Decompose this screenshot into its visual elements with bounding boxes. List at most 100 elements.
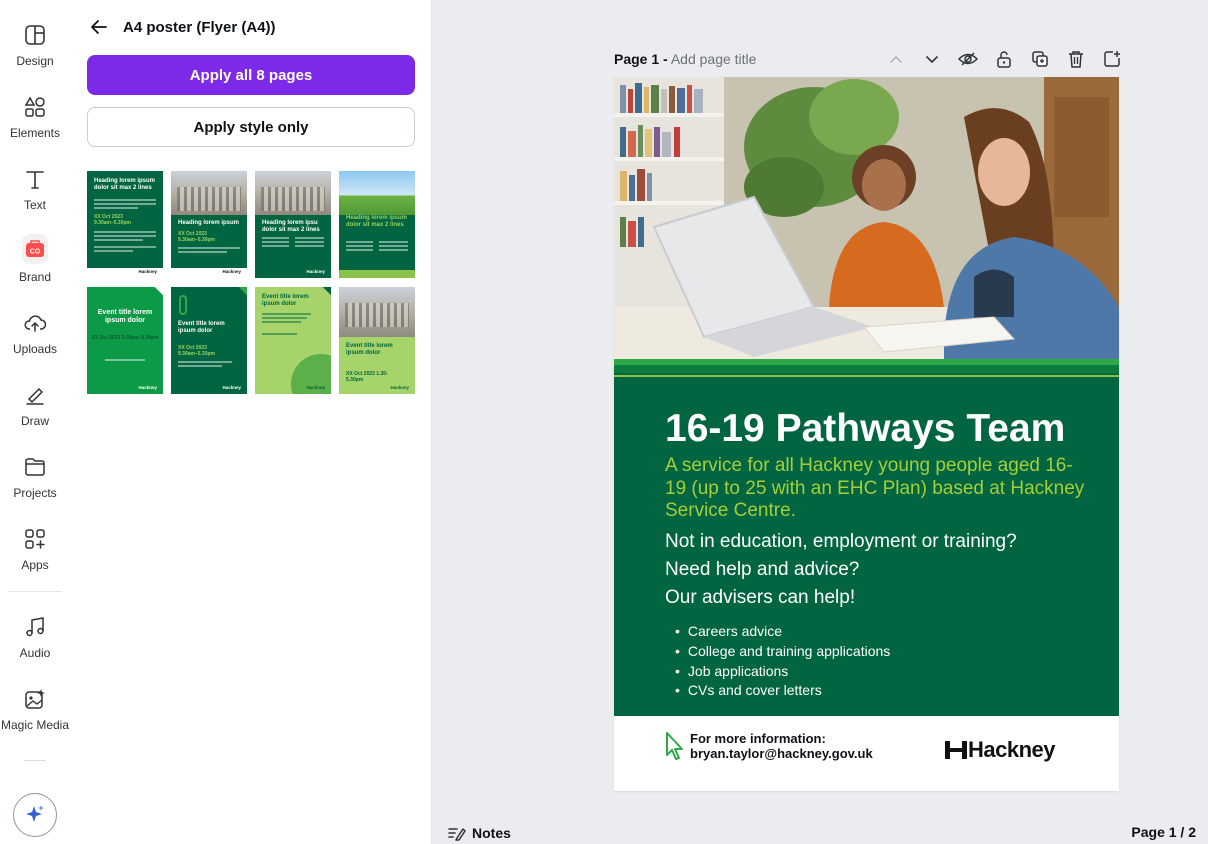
- template-thumbnail[interactable]: Event title lorem ipsum dolor Hackney: [255, 287, 331, 394]
- rail-item-elements[interactable]: Elements: [0, 84, 70, 148]
- thumb-heading: Heading lorem ipsu dolor sit max 2 lines: [262, 220, 320, 233]
- poster-page[interactable]: 16-19 Pathways Team A service for all Ha…: [614, 77, 1119, 791]
- rail-item-audio[interactable]: Audio: [0, 604, 70, 668]
- left-rail: Design Elements Text CO Brand Uploads Dr…: [0, 0, 70, 844]
- hide-page-button[interactable]: [950, 48, 986, 70]
- notes-label: Notes: [472, 825, 511, 841]
- arrow-left-icon: [91, 20, 107, 34]
- apply-all-pages-button[interactable]: Apply all 8 pages: [87, 55, 415, 95]
- brand-icon: CO: [22, 234, 48, 264]
- text-icon: [22, 166, 48, 192]
- rail-item-text[interactable]: Text: [0, 156, 70, 220]
- cursor-icon: [664, 731, 684, 766]
- template-thumbnail[interactable]: Heading lorem ipsum XX Oct 2023 9.30am–5…: [171, 171, 247, 278]
- hackney-logo-mark: [945, 741, 967, 759]
- list-item: CVs and cover letters: [675, 681, 890, 701]
- panel-title: A4 poster (Flyer (A4)): [123, 18, 276, 36]
- thumb-logo: Hackney: [222, 269, 241, 274]
- thumb-date: XX Oct 2023 9.30am–5.30pm: [94, 214, 131, 226]
- lock-icon: [997, 51, 1011, 68]
- thumb-date: XX Oct 2023 9.30am–5.30pm: [178, 345, 215, 357]
- thumb-logo: Hackney: [306, 385, 325, 390]
- thumb-logo: Hackney: [138, 269, 157, 274]
- hackney-logo-text: Hackney: [968, 737, 1056, 762]
- rail-item-brand[interactable]: CO Brand: [0, 228, 70, 292]
- thumb-date: XX Oct 2023 9.30am–5.30pm: [91, 335, 159, 341]
- rail-item-magic-media[interactable]: Magic Media: [0, 676, 70, 740]
- template-thumbnail[interactable]: Heading lorem ipsu dolor sit max 2 lines…: [255, 171, 331, 278]
- rail-label: Draw: [20, 414, 49, 428]
- rail-scroll-hint: [24, 760, 46, 770]
- rail-item-projects[interactable]: Projects: [0, 444, 70, 508]
- template-thumbnail[interactable]: Heading lorem ipsum dolor sit max 2 line…: [339, 171, 415, 278]
- duplicate-page-button[interactable]: [1022, 48, 1058, 70]
- lock-page-button[interactable]: [986, 48, 1022, 70]
- rail-divider: [8, 591, 62, 592]
- rail-item-design[interactable]: Design: [0, 12, 70, 76]
- thumb-logo: Hackney: [138, 385, 157, 390]
- template-thumbnail-grid: Heading lorem ipsum dolor sit max 2 line…: [87, 171, 417, 394]
- elements-icon: [22, 94, 48, 120]
- thumb-logo: Hackney: [306, 269, 325, 274]
- notes-icon: [448, 828, 466, 841]
- add-page-icon: [1104, 51, 1120, 67]
- thumb-date: XX Oct 2023 9.30am–5.30pm: [178, 231, 215, 243]
- contact-info[interactable]: For more information: bryan.taylor@hackn…: [690, 731, 873, 761]
- notes-button[interactable]: Notes: [448, 822, 511, 844]
- rail-label: Design: [16, 54, 54, 68]
- poster-photo[interactable]: [614, 77, 1119, 373]
- apply-style-only-button[interactable]: Apply style only: [87, 107, 415, 147]
- template-thumbnail[interactable]: Heading lorem ipsum dolor sit max 2 line…: [87, 171, 163, 278]
- rail-item-draw[interactable]: Draw: [0, 372, 70, 436]
- add-page-button[interactable]: [1094, 48, 1130, 70]
- poster-question: Our advisers can help!: [665, 587, 856, 608]
- rail-label: Projects: [13, 486, 57, 500]
- move-page-down-button[interactable]: [914, 48, 950, 70]
- page-title-input[interactable]: Add page title: [671, 51, 757, 67]
- template-panel: A4 poster (Flyer (A4)) Apply all 8 pages…: [70, 0, 432, 844]
- folder-icon: [22, 454, 48, 480]
- thumb-logo: Hackney: [222, 385, 241, 390]
- magic-media-icon: [22, 686, 48, 712]
- rail-label: Magic Media: [0, 718, 70, 732]
- trash-icon: [1069, 51, 1083, 68]
- page-toolbar: [878, 48, 1130, 70]
- template-thumbnail[interactable]: Event title lorem ipsum dolor XX Oct 202…: [87, 287, 163, 394]
- contact-email: bryan.taylor@hackney.gov.uk: [690, 746, 873, 761]
- template-thumbnail[interactable]: Event title lorem ipsum dolor XX Oct 202…: [339, 287, 415, 394]
- thumb-heading: Heading lorem ipsum dolor sit max 2 line…: [346, 215, 408, 228]
- thumb-logo: Hackney: [390, 385, 409, 390]
- rail-label: Text: [23, 198, 46, 212]
- hackney-logo[interactable]: Hackney: [944, 736, 1056, 764]
- rail-item-apps[interactable]: Apps: [0, 516, 70, 580]
- thumb-heading: Heading lorem ipsum: [178, 220, 240, 226]
- poster-question: Need help and advice?: [665, 559, 860, 580]
- back-button[interactable]: [86, 14, 112, 40]
- hide-icon: [958, 52, 978, 66]
- thumb-heading: Event title lorem ipsum dolor: [178, 321, 225, 334]
- template-thumbnail[interactable]: Event title lorem ipsum dolor XX Oct 202…: [171, 287, 247, 394]
- thumb-date: XX Oct 2023 1.30-5.30pm: [346, 371, 388, 383]
- music-icon: [22, 614, 48, 640]
- sparkle-icon: [26, 805, 44, 822]
- poster-stripe: [614, 365, 1119, 373]
- poster-bullet-list[interactable]: Careers advice College and training appl…: [675, 622, 890, 701]
- poster-questions[interactable]: Not in education, employment or training…: [665, 528, 1017, 612]
- delete-page-button[interactable]: [1058, 48, 1094, 70]
- poster-stripe: [614, 375, 1119, 377]
- page-count[interactable]: Page 1 / 2: [1131, 824, 1196, 840]
- thumb-heading: Heading lorem ipsum dolor sit max 2 line…: [94, 178, 156, 191]
- duplicate-icon: [1032, 51, 1048, 67]
- rail-item-uploads[interactable]: Uploads: [0, 300, 70, 364]
- canvas-area: Page 1 - Add page title 16-19 Pathways T…: [432, 0, 1208, 844]
- magic-assistant-button[interactable]: [13, 793, 57, 837]
- page-label: Page 1 -: [614, 51, 668, 67]
- thumb-heading: Event title lorem ipsum dolor: [346, 343, 393, 356]
- list-item: College and training applications: [675, 642, 890, 662]
- rail-label: Brand: [18, 270, 52, 284]
- poster-title[interactable]: 16-19 Pathways Team: [665, 407, 1065, 451]
- design-icon: [22, 22, 48, 48]
- poster-subtitle[interactable]: A service for all Hackney young people a…: [665, 455, 1085, 523]
- move-page-up-button[interactable]: [878, 48, 914, 70]
- chevron-up-icon: [890, 55, 902, 63]
